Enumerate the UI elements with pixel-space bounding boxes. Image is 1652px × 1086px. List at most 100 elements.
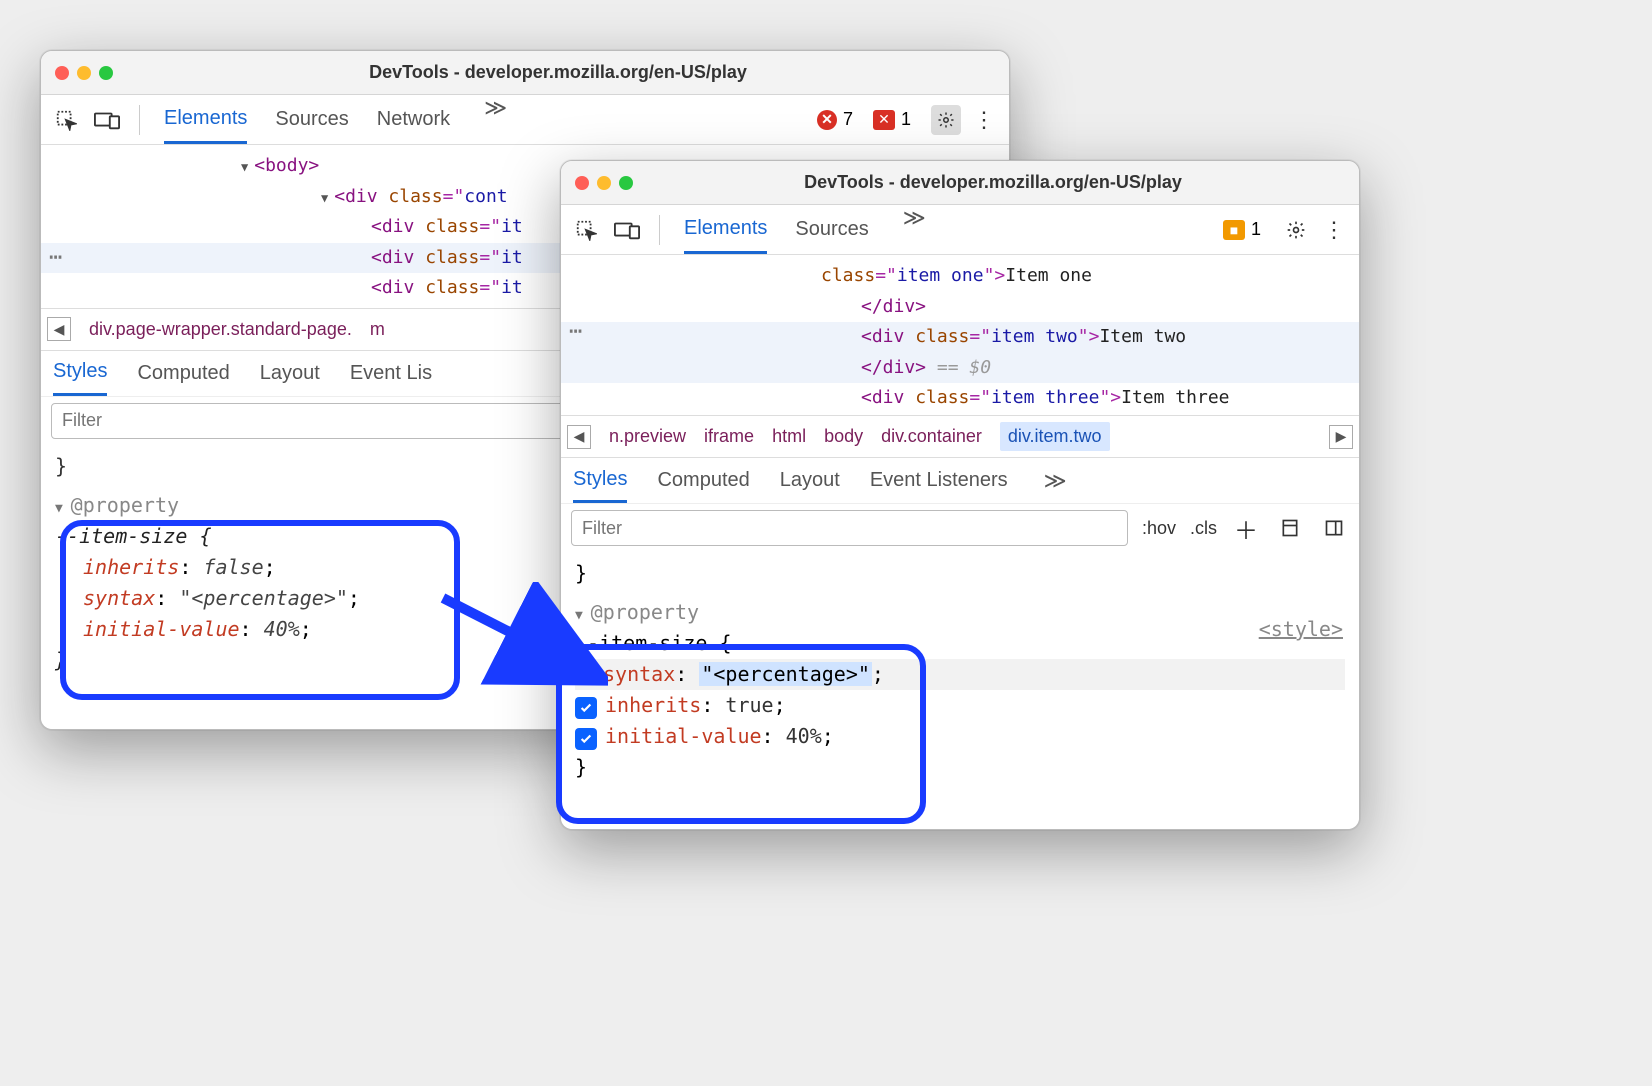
css-selector[interactable]: --item-size {: [55, 524, 212, 548]
breadcrumb-item-selected[interactable]: div.item.two: [1000, 422, 1110, 451]
dom-close[interactable]: </div>: [861, 296, 926, 317]
minimize-window-icon[interactable]: [77, 66, 91, 80]
close-window-icon[interactable]: [55, 66, 69, 80]
devtools-window-2: DevTools - developer.mozilla.org/en-US/p…: [560, 160, 1360, 830]
hov-button[interactable]: :hov: [1142, 518, 1176, 539]
gutter-dots-icon: ⋯: [569, 313, 609, 350]
breadcrumb-left-icon[interactable]: ◀: [567, 425, 591, 449]
dom-body[interactable]: <body>: [254, 155, 319, 176]
css-prop[interactable]: inherits: [83, 555, 179, 579]
more-subtabs-icon[interactable]: ≫: [1044, 468, 1067, 494]
zoom-window-icon[interactable]: [99, 66, 113, 80]
breadcrumb-item[interactable]: m: [370, 319, 385, 340]
css-val[interactable]: "<percentage>": [699, 662, 872, 686]
dom-tree[interactable]: ⋯ class="item one">Item one </div> <div …: [561, 255, 1359, 415]
titlebar[interactable]: DevTools - developer.mozilla.org/en-US/p…: [561, 161, 1359, 205]
subtab-layout[interactable]: Layout: [260, 351, 320, 396]
subtab-styles[interactable]: Styles: [53, 351, 107, 396]
gear-icon: [1286, 220, 1306, 240]
settings-button[interactable]: [931, 105, 961, 135]
toggle-sidebar-icon[interactable]: [1319, 513, 1349, 543]
breadcrumb-item[interactable]: body: [824, 426, 863, 447]
issue-badge[interactable]: ■ 1: [1223, 219, 1261, 240]
css-val[interactable]: true: [725, 693, 773, 717]
caret-down-icon[interactable]: [241, 155, 254, 176]
styles-subtabs: Styles Computed Layout Event Listeners ≫: [561, 457, 1359, 503]
breadcrumb-item[interactable]: n.preview: [609, 426, 686, 447]
window-controls: [55, 66, 113, 80]
device-toggle-icon[interactable]: [89, 105, 125, 135]
inspect-icon[interactable]: [571, 215, 601, 245]
kebab-menu-icon[interactable]: ⋮: [969, 105, 999, 135]
subtab-events[interactable]: Event Lis: [350, 351, 432, 396]
titlebar[interactable]: DevTools - developer.mozilla.org/en-US/p…: [41, 51, 1009, 95]
zoom-window-icon[interactable]: [619, 176, 633, 190]
device-toggle-icon[interactable]: [609, 215, 645, 245]
dom-text: Item two: [1099, 326, 1186, 347]
breadcrumb-item[interactable]: div.page-wrapper.standard-page.: [89, 319, 352, 340]
kebab-menu-icon[interactable]: ⋮: [1319, 215, 1349, 245]
error-count: 7: [843, 109, 853, 130]
css-prop[interactable]: syntax: [83, 586, 155, 610]
css-selector[interactable]: --item-size {: [575, 631, 732, 655]
issue-badge[interactable]: ✕ 1: [873, 109, 911, 130]
error-badge[interactable]: ✕ 7: [817, 109, 853, 130]
gear-icon: [937, 110, 955, 130]
styles-pane[interactable]: } @property <style> --item-size { syntax…: [561, 552, 1359, 829]
tab-network[interactable]: Network: [377, 95, 450, 144]
tab-elements[interactable]: Elements: [684, 205, 767, 254]
css-val[interactable]: 40%: [264, 617, 300, 641]
computed-icon[interactable]: [1275, 513, 1305, 543]
tab-sources[interactable]: Sources: [795, 205, 868, 254]
issue-count: 1: [901, 109, 911, 130]
css-prop[interactable]: inherits: [605, 693, 701, 717]
dom-class[interactable]: item three: [991, 387, 1099, 408]
css-prop[interactable]: initial-value: [83, 617, 240, 641]
caret-down-icon[interactable]: [321, 186, 334, 207]
breadcrumb-item[interactable]: iframe: [704, 426, 754, 447]
close-window-icon[interactable]: [575, 176, 589, 190]
panel-tabs: Elements Sources ≫: [684, 205, 926, 254]
dom-text: Item three: [1121, 387, 1229, 408]
subtab-events[interactable]: Event Listeners: [870, 458, 1008, 503]
cls-button[interactable]: .cls: [1190, 518, 1217, 539]
inspect-icon[interactable]: [51, 105, 81, 135]
gutter-dots-icon: ⋯: [49, 239, 89, 276]
subtab-computed[interactable]: Computed: [137, 351, 229, 396]
tab-elements[interactable]: Elements: [164, 95, 247, 144]
css-val[interactable]: "<percentage>": [179, 586, 348, 610]
more-tabs-icon[interactable]: ≫: [903, 205, 926, 254]
issue-count: 1: [1251, 219, 1261, 240]
panel-tabs: Elements Sources Network ≫: [164, 95, 507, 144]
filter-input[interactable]: [571, 510, 1128, 546]
source-link[interactable]: <style>: [1259, 614, 1343, 645]
breadcrumb-right-icon[interactable]: ▶: [1329, 425, 1353, 449]
window-title: DevTools - developer.mozilla.org/en-US/p…: [641, 172, 1345, 193]
settings-button[interactable]: [1281, 215, 1311, 245]
checkbox-icon[interactable]: [575, 697, 597, 719]
subtab-styles[interactable]: Styles: [573, 458, 627, 503]
window-title: DevTools - developer.mozilla.org/en-US/p…: [121, 62, 995, 83]
checkbox-icon[interactable]: [575, 728, 597, 750]
new-rule-icon[interactable]: ＋: [1231, 513, 1261, 543]
subtab-computed[interactable]: Computed: [657, 458, 749, 503]
css-prop[interactable]: syntax: [603, 662, 675, 686]
breadcrumb-item[interactable]: div.container: [881, 426, 982, 447]
minimize-window-icon[interactable]: [597, 176, 611, 190]
selected-marker: == $0: [937, 357, 991, 378]
window-controls: [575, 176, 633, 190]
breadcrumb-item[interactable]: html: [772, 426, 806, 447]
at-property-header[interactable]: @property: [575, 597, 1345, 628]
breadcrumb-left-icon[interactable]: ◀: [47, 317, 71, 341]
subtab-layout[interactable]: Layout: [780, 458, 840, 503]
breadcrumb[interactable]: ◀ n.preview iframe html body div.contain…: [561, 415, 1359, 457]
dom-class[interactable]: item two: [991, 326, 1078, 347]
css-val[interactable]: false: [203, 555, 263, 579]
css-close: }: [575, 558, 1345, 589]
main-toolbar: Elements Sources Network ≫ ✕ 7 ✕ 1 ⋮: [41, 95, 1009, 145]
more-tabs-icon[interactable]: ≫: [484, 95, 507, 144]
css-val[interactable]: 40%: [786, 724, 822, 748]
css-prop[interactable]: initial-value: [605, 724, 762, 748]
error-icon: ✕: [817, 110, 837, 130]
tab-sources[interactable]: Sources: [275, 95, 348, 144]
